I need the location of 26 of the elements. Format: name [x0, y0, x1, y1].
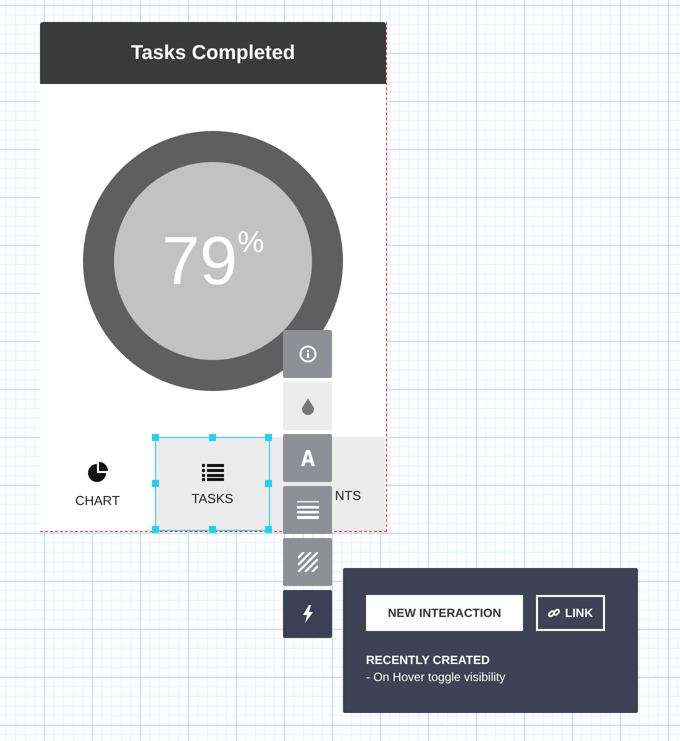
resize-handle[interactable]	[265, 480, 272, 487]
toolbar-button[interactable]	[283, 590, 332, 638]
percent-value: 79	[162, 226, 238, 294]
link-icon	[548, 607, 560, 619]
resize-handle[interactable]	[152, 434, 159, 441]
hatch-icon	[298, 552, 318, 572]
resize-handle[interactable]	[208, 526, 216, 533]
nav-tab[interactable]: TASKS	[155, 437, 270, 531]
droplet-icon	[302, 398, 314, 414]
percent-sign: %	[237, 226, 264, 260]
interaction-item[interactable]: - On Hover toggle visibility	[366, 670, 615, 684]
lines-icon	[296, 501, 318, 519]
resize-handle[interactable]	[265, 526, 272, 533]
list-icon	[202, 462, 224, 480]
lightning-icon	[302, 605, 314, 623]
widget-title: Tasks Completed	[40, 22, 386, 84]
resize-handle[interactable]	[265, 434, 272, 441]
pie-chart-icon	[86, 460, 108, 482]
resize-handle[interactable]	[152, 480, 159, 487]
resize-handle[interactable]	[208, 434, 216, 441]
new-interaction-button[interactable]: NEW INTERACTION	[366, 595, 523, 631]
link-button[interactable]: LINK	[536, 595, 605, 631]
resize-handle[interactable]	[152, 526, 159, 533]
letter-icon	[300, 450, 314, 466]
section-heading: RECENTLY CREATED	[366, 653, 491, 667]
info-icon	[298, 345, 316, 363]
